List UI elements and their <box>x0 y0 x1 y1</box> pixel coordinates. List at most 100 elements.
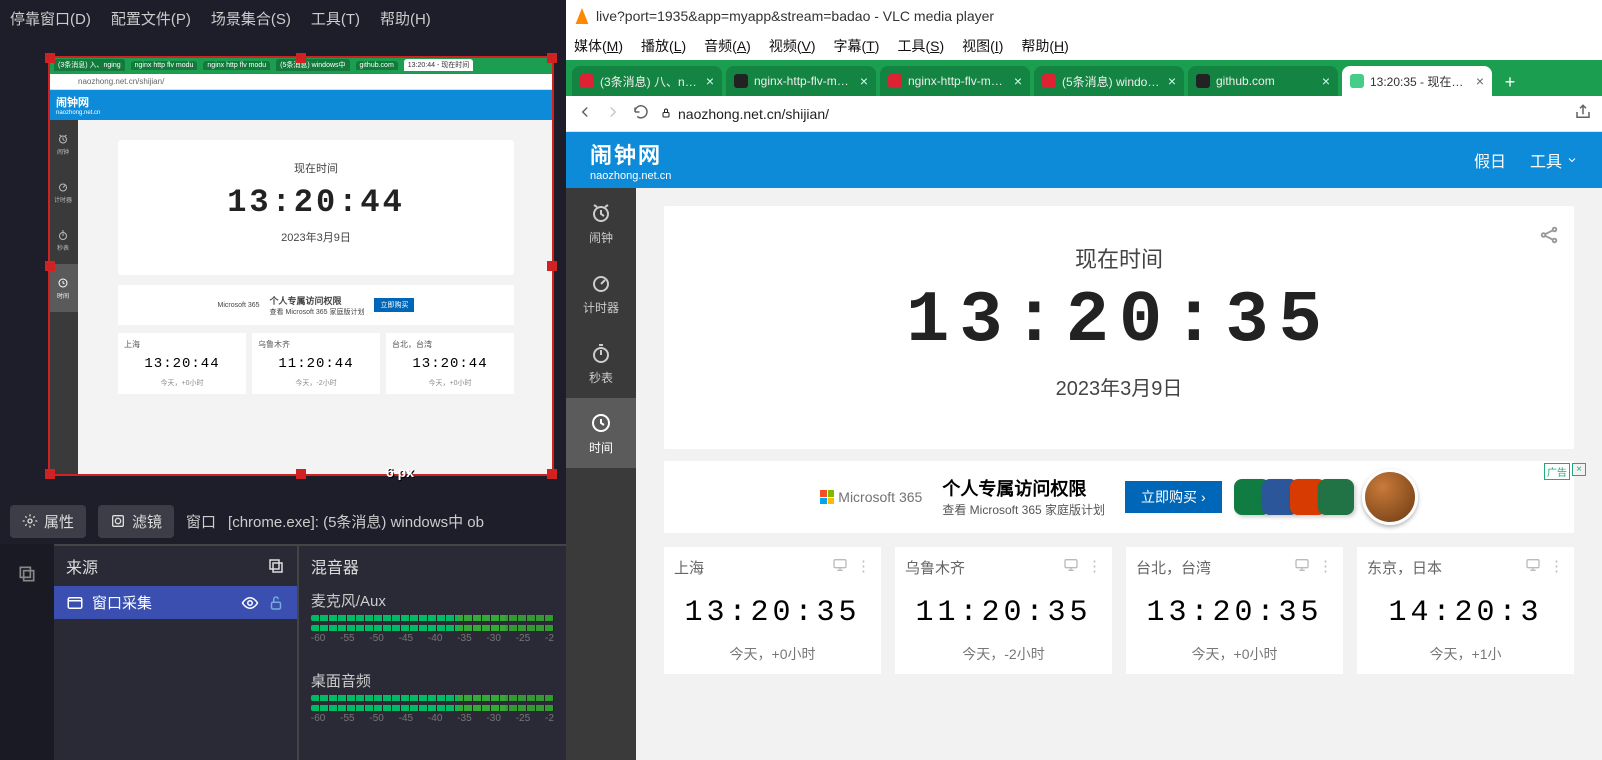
eye-icon[interactable] <box>241 594 259 612</box>
filter-icon <box>110 513 126 529</box>
sidebar-item-time[interactable]: 时间 <box>566 398 636 468</box>
lock-icon <box>660 106 672 122</box>
clock-time: 13:20:35 <box>664 280 1574 362</box>
city-desc: 今天，+0小时 <box>1136 644 1333 664</box>
city-card[interactable]: 上海⋮ 13:20:35 今天，+0小时 <box>664 547 881 674</box>
audio-meter <box>311 625 554 631</box>
mini-sb-alarm: 闹钟 <box>48 120 78 168</box>
browser-tab[interactable]: nginx-http-flv-modu× <box>880 66 1030 96</box>
mixer-panel: 混音器 麦克风/Aux -60-55-50-45-40-35-30-25-2 桌… <box>299 544 566 760</box>
mini-clock-title: 现在时间 <box>118 160 514 176</box>
close-icon[interactable]: × <box>1476 73 1484 89</box>
menu-dock[interactable]: 停靠窗口(D) <box>10 8 91 29</box>
share-icon[interactable] <box>1538 224 1560 251</box>
browser-tab-active[interactable]: 13:20:35 - 现在时间× <box>1342 66 1492 96</box>
close-icon[interactable]: × <box>1014 73 1022 89</box>
mini-site-header: 闹钟网naozhong.net.cn <box>48 90 554 120</box>
mini-tab: (3条消息) 入、nging <box>54 59 125 71</box>
header-link-holiday[interactable]: 假日 <box>1474 148 1506 172</box>
share-button[interactable] <box>1574 103 1592 124</box>
mini-tab-active: 13:20:44 - 现在时间 <box>404 59 473 71</box>
favicon-icon <box>1196 74 1210 88</box>
menu-profile[interactable]: 配置文件(P) <box>111 8 191 29</box>
vlc-menu-help[interactable]: 帮助(H) <box>1021 36 1068 56</box>
vlc-menu-media[interactable]: 媒体(M) <box>574 36 623 56</box>
forward-button[interactable] <box>604 103 622 124</box>
header-link-tools[interactable]: 工具 <box>1530 148 1578 172</box>
ad-images <box>1242 469 1418 525</box>
city-card[interactable]: 台北，台湾⋮ 13:20:35 今天，+0小时 <box>1126 547 1343 674</box>
mixer-channel-desktop: 桌面音频 -60-55-50-45-40-35-30-25-2 <box>299 666 566 728</box>
vlc-menu-tools[interactable]: 工具(S) <box>897 36 944 56</box>
vlc-menu-view[interactable]: 视图(I) <box>962 36 1003 56</box>
source-toolbar: 属性 滤镜 窗口 [chrome.exe]: (5条消息) windows中 o… <box>0 498 566 544</box>
site-brand[interactable]: 闹钟网 naozhong.net.cn <box>590 138 671 182</box>
mini-city-card: 乌鲁木齐11:20:44今天，-2小时 <box>252 333 380 394</box>
window-capture-icon <box>66 594 84 612</box>
mini-ad-banner: Microsoft 365 个人专属访问权限查看 Microsoft 365 家… <box>118 285 514 325</box>
browser-tab[interactable]: nginx-http-flv-modu× <box>726 66 876 96</box>
sidebar-item-alarm[interactable]: 闹钟 <box>566 188 636 258</box>
chrome-tabbar: (3条消息) 八、nging× nginx-http-flv-modu× ngi… <box>566 60 1602 96</box>
close-icon[interactable]: × <box>1168 73 1176 89</box>
vlc-menu-audio[interactable]: 音频(A) <box>704 36 751 56</box>
vlc-window: live?port=1935&app=myapp&stream=badao - … <box>566 0 1602 760</box>
chevron-down-icon <box>1566 154 1578 166</box>
dots-icon[interactable]: ⋮ <box>1087 557 1102 578</box>
sidebar-item-stopwatch[interactable]: 秒表 <box>566 328 636 398</box>
close-icon[interactable]: × <box>706 73 714 89</box>
close-icon[interactable]: × <box>1322 73 1330 89</box>
vlc-menu-playback[interactable]: 播放(L) <box>641 36 686 56</box>
properties-button[interactable]: 属性 <box>10 505 86 538</box>
ad-close-button[interactable]: × <box>1572 463 1586 476</box>
city-card[interactable]: 东京，日本⋮ 14:20:3 今天，+1小 <box>1357 547 1574 674</box>
source-item[interactable]: 窗口采集 <box>54 586 297 619</box>
person-photo <box>1362 469 1418 525</box>
reload-button[interactable] <box>632 103 650 124</box>
ad-text: 个人专属访问权限查看 Microsoft 365 家庭版计划 <box>942 475 1105 519</box>
mini-addressbar: naozhong.net.cn/shijian/ <box>48 74 554 90</box>
new-tab-button[interactable]: + <box>1496 68 1524 96</box>
dots-icon[interactable]: ⋮ <box>1549 557 1564 578</box>
back-button[interactable] <box>576 103 594 124</box>
filters-button[interactable]: 滤镜 <box>98 505 174 538</box>
window-value[interactable]: [chrome.exe]: (5条消息) windows中 ob <box>228 511 484 532</box>
obs-preview[interactable]: (3条消息) 入、nging nginx http flv modu nginx… <box>48 56 554 476</box>
favicon-icon <box>888 74 902 88</box>
chrome-addressbar: naozhong.net.cn/shijian/ <box>566 96 1602 132</box>
city-desc: 今天，+1小 <box>1367 644 1564 664</box>
ad-cta-button[interactable]: 立即购买› <box>1125 481 1222 513</box>
mini-clock-card: 现在时间 13:20:44 2023年3月9日 <box>118 140 514 275</box>
lock-icon[interactable] <box>267 594 285 612</box>
sidebar-item-timer[interactable]: 计时器 <box>566 258 636 328</box>
dots-icon[interactable]: ⋮ <box>856 557 871 578</box>
obs-bottom-panels: 属性 滤镜 窗口 [chrome.exe]: (5条消息) windows中 o… <box>0 498 566 760</box>
close-icon[interactable]: × <box>860 73 868 89</box>
popout-icon[interactable] <box>267 557 285 575</box>
browser-tab[interactable]: (5条消息) windows中× <box>1034 66 1184 96</box>
menu-scene-collection[interactable]: 场景集合(S) <box>211 8 291 29</box>
monitor-icon <box>1525 557 1541 573</box>
menu-help[interactable]: 帮助(H) <box>380 8 431 29</box>
menu-tools[interactable]: 工具(T) <box>311 8 360 29</box>
audio-meter <box>311 705 554 711</box>
mixer-channel-mic: 麦克风/Aux -60-55-50-45-40-35-30-25-2 <box>299 586 566 648</box>
copy-icon[interactable] <box>17 564 37 584</box>
browser-tab[interactable]: (3条消息) 八、nging× <box>572 66 722 96</box>
vlc-menu-video[interactable]: 视频(V) <box>769 36 816 56</box>
monitor-icon <box>1294 557 1310 573</box>
url-display[interactable]: naozhong.net.cn/shijian/ <box>660 106 829 122</box>
site-header: 闹钟网 naozhong.net.cn 假日 工具 <box>566 132 1602 188</box>
dots-icon[interactable]: ⋮ <box>1318 557 1333 578</box>
browser-tab[interactable]: github.com× <box>1188 66 1338 96</box>
city-card[interactable]: 乌鲁木齐⋮ 11:20:35 今天，-2小时 <box>895 547 1112 674</box>
ad-banner[interactable]: Microsoft 365 个人专属访问权限查看 Microsoft 365 家… <box>664 461 1574 533</box>
vlc-menu-subtitle[interactable]: 字幕(T) <box>834 36 880 56</box>
monitor-icon <box>832 557 848 573</box>
city-time: 13:20:35 <box>1136 596 1333 630</box>
preview-captured-window: (3条消息) 入、nging nginx http flv modu nginx… <box>48 56 554 476</box>
favicon-icon <box>1350 74 1364 88</box>
city-desc: 今天，-2小时 <box>905 644 1102 664</box>
obs-menubar: 停靠窗口(D) 配置文件(P) 场景集合(S) 工具(T) 帮助(H) <box>0 0 566 36</box>
meter-ticks: -60-55-50-45-40-35-30-25-2 <box>311 633 554 644</box>
